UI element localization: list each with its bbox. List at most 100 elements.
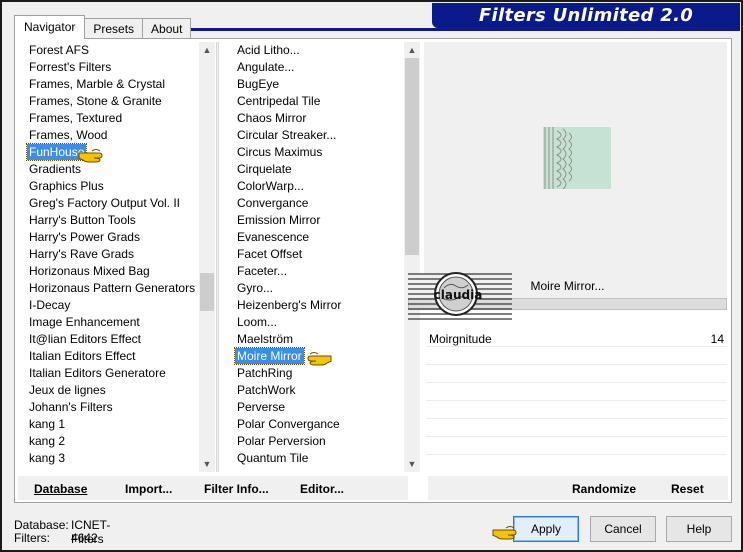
editor-button[interactable]: Editor...	[300, 476, 344, 500]
category-list-item[interactable]: Johann's Filters	[22, 399, 197, 416]
filter-list-item[interactable]: Perverse	[230, 399, 343, 416]
filter-list-item[interactable]: Angulate...	[230, 59, 343, 76]
category-list-item[interactable]: kang 1	[22, 416, 197, 433]
tab-about[interactable]: About	[142, 18, 192, 39]
filter-list-item[interactable]: Gyro...	[230, 280, 343, 297]
scroll-down-arrow-icon[interactable]: ▼	[404, 456, 420, 472]
filter-list-item-label: Moire Mirror	[234, 347, 305, 365]
help-button[interactable]: Help	[666, 516, 732, 542]
import-button[interactable]: Import...	[125, 476, 172, 500]
category-list-item[interactable]: Frames, Textured	[22, 110, 197, 127]
category-list-item[interactable]: Italian Editors Effect	[22, 348, 197, 365]
filter-list-item[interactable]: ColorWarp...	[230, 178, 343, 195]
category-list-item[interactable]: Greg's Factory Output Vol. II	[22, 195, 197, 212]
category-list-item-label: Harry's Button Tools	[29, 213, 136, 227]
filter-list-item[interactable]: Polar Perversion	[230, 433, 343, 450]
filter-list-item[interactable]: Convergance	[230, 195, 343, 212]
cancel-button[interactable]: Cancel	[590, 516, 656, 542]
category-list-item[interactable]: Harry's Rave Grads	[22, 246, 197, 263]
category-list-item[interactable]: Image Enhancement	[22, 314, 197, 331]
parameter-row-empty	[426, 366, 727, 383]
filter-list-item[interactable]: Quantum Tile	[230, 450, 343, 467]
tab-navigator[interactable]: Navigator	[14, 15, 86, 39]
filters-value: 4642	[71, 531, 98, 545]
category-list-item[interactable]: Frames, Marble & Crystal	[22, 76, 197, 93]
parameter-row[interactable]: Moirgnitude 14	[426, 330, 727, 347]
filter-list-item[interactable]: Cirquelate	[230, 161, 343, 178]
filter-list-item-label: Circular Streaker...	[237, 128, 337, 142]
category-scrollbar[interactable]: ▲ ▼	[199, 42, 215, 472]
filter-list-item[interactable]: Heizenberg's Mirror	[230, 297, 343, 314]
parameter-row-empty	[426, 384, 727, 401]
filter-list-item[interactable]: BugEye	[230, 76, 343, 93]
category-list-item[interactable]: Italian Editors Generatore	[22, 365, 197, 382]
category-list-item[interactable]: It@lian Editors Effect	[22, 331, 197, 348]
category-list-item[interactable]: Harry's Power Grads	[22, 229, 197, 246]
filter-list-item[interactable]: Facet Offset	[230, 246, 343, 263]
filter-list-item[interactable]: Centripedal Tile	[230, 93, 343, 110]
filter-list[interactable]: Acid Litho... Angulate... BugEye Centripeda…	[230, 42, 420, 472]
category-list-item[interactable]: kang 2	[22, 433, 197, 450]
parameter-list: Moirgnitude 14	[426, 328, 727, 473]
category-list-item-label: Forrest's Filters	[29, 60, 112, 74]
category-list-item-label: Johann's Filters	[29, 400, 113, 414]
category-list-item[interactable]: Horizonaus Mixed Bag	[22, 263, 197, 280]
database-button[interactable]: Database	[34, 476, 87, 500]
randomize-button[interactable]: Randomize	[572, 476, 636, 500]
filter-list-item[interactable]: Faceter...	[230, 263, 343, 280]
category-list-item[interactable]: Forest AFS	[22, 42, 197, 59]
filter-list-item[interactable]: Circular Streaker...	[230, 127, 343, 144]
logo-text: claudia	[434, 288, 483, 302]
toolbar-left: Database Import... Filter Info... Editor…	[18, 476, 408, 500]
scroll-up-arrow-icon[interactable]: ▲	[199, 42, 215, 58]
parameter-value: 14	[710, 332, 724, 346]
category-list-item-label: Jeux de lignes	[29, 383, 106, 397]
scroll-down-arrow-icon[interactable]: ▼	[199, 456, 215, 472]
toolbar-right: Randomize Reset	[428, 476, 728, 500]
category-list-item-label: Image Enhancement	[29, 315, 140, 329]
parameter-row-empty	[426, 438, 727, 455]
filter-list-item[interactable]: Chaos Mirror	[230, 110, 343, 127]
category-list-item-label: Frames, Textured	[29, 111, 123, 125]
pointing-hand-icon	[78, 149, 103, 163]
filter-list-item[interactable]: Circus Maximus	[230, 144, 343, 161]
category-scroll-thumb[interactable]	[200, 273, 214, 311]
filter-info-button[interactable]: Filter Info...	[204, 476, 269, 500]
filter-list-item-label: Angulate...	[237, 60, 295, 74]
category-list-item[interactable]: Horizonaus Pattern Generators	[22, 280, 197, 297]
category-list-item[interactable]: I-Decay	[22, 297, 197, 314]
category-list[interactable]: Forest AFS Forrest's Filters Frames, Marbl…	[22, 42, 216, 472]
filter-scroll-thumb[interactable]	[405, 58, 419, 255]
reset-button[interactable]: Reset	[671, 476, 704, 500]
category-list-item-label: kang 2	[29, 434, 66, 448]
filter-list-item[interactable]: Acid Litho...	[230, 42, 343, 59]
filter-list-item[interactable]: Maelström	[230, 331, 343, 348]
filter-list-item-label: Facet Offset	[237, 247, 303, 261]
category-list-item-label: Greg's Factory Output Vol. II	[29, 196, 181, 210]
category-list-item[interactable]: Graphics Plus	[22, 178, 197, 195]
category-list-item[interactable]: Harry's Button Tools	[22, 212, 197, 229]
category-list-item[interactable]: Forrest's Filters	[22, 59, 197, 76]
filter-list-item[interactable]: Emission Mirror	[230, 212, 343, 229]
category-list-item[interactable]: Frames, Wood	[22, 127, 197, 144]
filter-list-item-label: Heizenberg's Mirror	[237, 298, 342, 312]
category-list-item[interactable]: kang 3	[22, 450, 197, 467]
filter-list-item[interactable]: Polar Convergance	[230, 416, 343, 433]
filters-label: Filters:	[14, 531, 50, 545]
scroll-up-arrow-icon[interactable]: ▲	[404, 42, 420, 58]
filter-list-item-label: PatchRing	[237, 366, 293, 380]
filter-list-item[interactable]: Evanescence	[230, 229, 343, 246]
category-list-item[interactable]: Frames, Stone & Granite	[22, 93, 197, 110]
app-title: Filters Unlimited 2.0	[478, 5, 694, 26]
filter-list-item[interactable]: Loom...	[230, 314, 343, 331]
category-list-item[interactable]: Jeux de lignes	[22, 382, 197, 399]
database-label: Database:	[14, 518, 69, 532]
tab-bar: Navigator Presets About	[14, 14, 192, 39]
filter-list-item[interactable]: PatchWork	[230, 382, 343, 399]
pointing-hand-icon	[492, 526, 517, 540]
category-list-item-label: Horizonaus Pattern Generators	[29, 281, 196, 295]
filter-scrollbar[interactable]: ▲ ▼	[404, 42, 420, 472]
filter-list-item-label: Centripedal Tile	[237, 94, 321, 108]
filter-list-item-label: Chaos Mirror	[237, 111, 307, 125]
tab-presets[interactable]: Presets	[84, 18, 144, 39]
